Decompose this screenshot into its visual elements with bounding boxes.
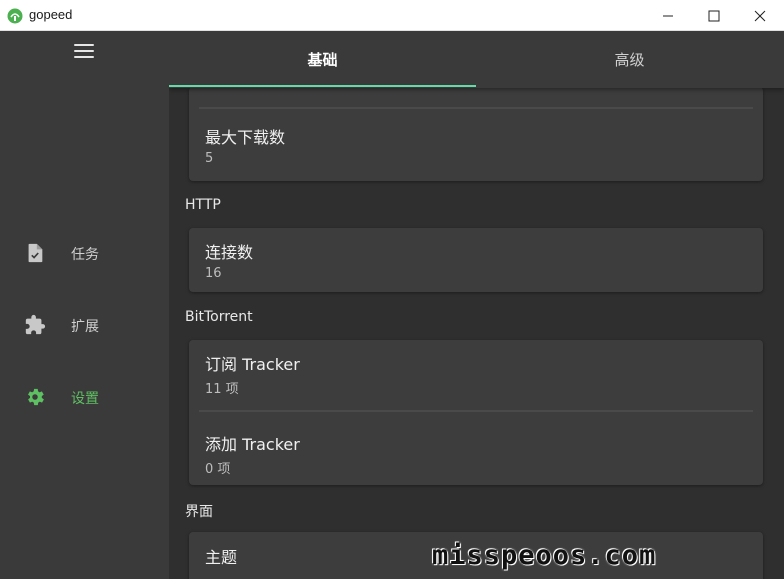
max-downloads-title: 最大下载数	[205, 128, 286, 147]
title-bar: gopeed	[0, 0, 784, 31]
sidebar-item-label: 扩展	[71, 319, 99, 335]
puzzle-icon	[25, 314, 46, 335]
watermark: misspeoos.com	[432, 540, 657, 571]
sidebar-item-label: 任务	[71, 247, 99, 263]
close-icon	[754, 10, 766, 21]
hamburger-icon[interactable]	[72, 41, 96, 61]
subscribe-tracker-title: 订阅 Tracker	[205, 355, 300, 374]
tab-advanced[interactable]: 高级	[476, 31, 783, 88]
gear-icon	[28, 388, 44, 406]
general-card: 最大下载数 5	[189, 87, 763, 181]
subscribe-tracker-value: 11 项	[205, 382, 239, 397]
section-http: HTTP	[185, 197, 221, 213]
max-downloads-value: 5	[205, 151, 214, 166]
minimize-icon	[663, 15, 673, 16]
http-card: 连接数 16	[189, 228, 763, 292]
row-divider	[199, 410, 753, 412]
sidebar-item-extensions[interactable]: 扩展	[0, 301, 169, 351]
sidebar-item-settings[interactable]: 设置	[0, 373, 169, 423]
maximize-button[interactable]	[691, 0, 737, 31]
subscribe-tracker-row[interactable]: 订阅 Tracker 11 项	[189, 338, 763, 408]
tab-basic[interactable]: 基础	[169, 31, 476, 88]
sidebar: 任务 扩展 设置	[0, 31, 169, 579]
bittorrent-card: 订阅 Tracker 11 项 添加 Tracker 0 项	[189, 340, 763, 485]
connections-value: 16	[205, 266, 222, 281]
gopeed-logo-icon	[7, 8, 23, 24]
row-divider	[199, 107, 753, 109]
minimize-button[interactable]	[645, 0, 691, 31]
section-bittorrent: BitTorrent	[185, 309, 253, 325]
window-title: gopeed	[29, 7, 73, 22]
close-button[interactable]	[737, 0, 783, 31]
tab-indicator	[169, 85, 476, 87]
sidebar-item-tasks[interactable]: 任务	[0, 229, 169, 279]
theme-title: 主题	[205, 548, 238, 567]
maximize-icon	[708, 10, 720, 21]
connections-row[interactable]: 连接数 16	[189, 226, 763, 296]
connections-title: 连接数	[205, 243, 254, 262]
add-tracker-row[interactable]: 添加 Tracker 0 项	[189, 418, 763, 488]
section-interface: 界面	[185, 504, 213, 520]
add-tracker-value: 0 项	[205, 462, 231, 477]
task-file-icon	[28, 243, 43, 263]
sidebar-item-label: 设置	[71, 391, 99, 407]
tab-bar: 基础 高级	[169, 31, 784, 88]
max-downloads-row[interactable]: 最大下载数 5	[189, 111, 763, 181]
add-tracker-title: 添加 Tracker	[205, 435, 300, 454]
settings-panel: 基础 高级 最大下载数 5 HTTP 连接数 16 BitTorrent 订阅 …	[169, 31, 784, 579]
